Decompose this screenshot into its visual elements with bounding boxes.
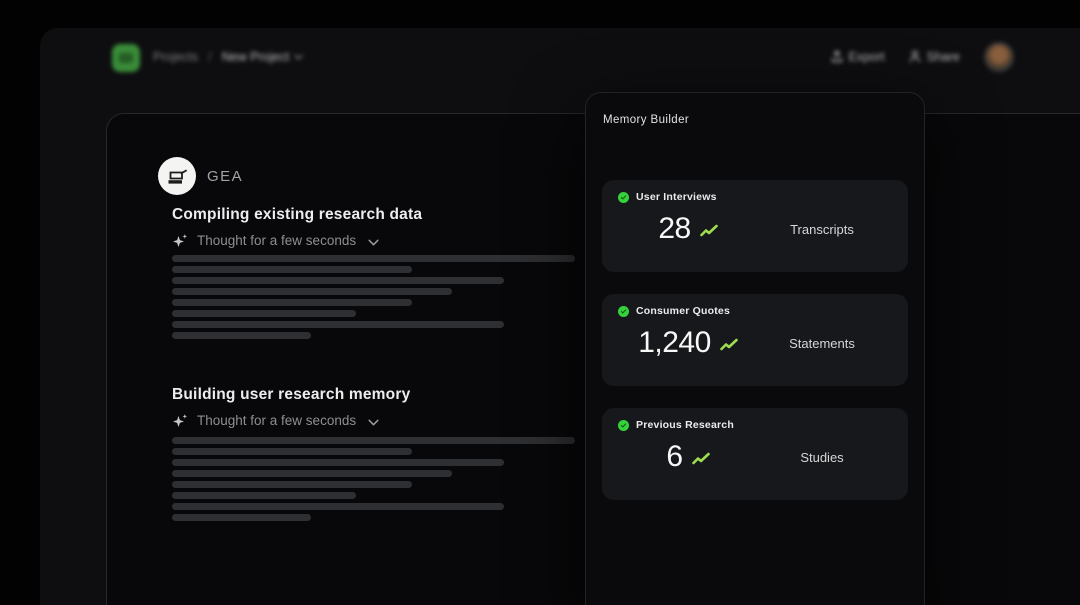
gea-logo-icon: [166, 166, 188, 186]
breadcrumb: Projects / New Project: [153, 28, 303, 85]
breadcrumb-current-project[interactable]: New Project: [222, 50, 303, 64]
chevron-down-icon: [294, 54, 303, 60]
status-check-icon: [618, 420, 629, 431]
skeleton-bar: [172, 299, 412, 306]
chevron-down-icon: [368, 419, 379, 426]
export-icon: [831, 50, 843, 63]
brand-logo-glyph: [119, 53, 133, 63]
metric-value: 28: [658, 212, 690, 246]
chevron-down-icon: [368, 239, 379, 246]
skeleton-bar: [172, 266, 412, 273]
card-previous-research[interactable]: Previous Research 6 Studies: [602, 408, 908, 500]
skeleton-bar: [172, 437, 575, 444]
breadcrumb-separator: /: [208, 49, 212, 64]
sparkle-icon: [172, 233, 189, 249]
skeleton-bar: [172, 448, 412, 455]
metric-value: 1,240: [638, 326, 711, 360]
user-avatar[interactable]: [984, 42, 1014, 72]
header-actions: Export Share: [831, 28, 1015, 85]
trend-up-icon: [700, 224, 718, 238]
agent-name: GEA: [207, 168, 243, 185]
top-header: Projects / New Project Export Share: [40, 28, 1080, 85]
skeleton-bar: [172, 321, 504, 328]
skeleton-bar: [172, 514, 311, 521]
metric-unit: Transcripts: [762, 222, 882, 237]
export-button[interactable]: Export: [831, 50, 885, 64]
skeleton-bar: [172, 503, 504, 510]
skeleton-bar: [172, 255, 575, 262]
card-label: Consumer Quotes: [636, 305, 730, 317]
skeleton-bar: [172, 277, 504, 284]
trend-up-icon: [720, 338, 738, 352]
metric-unit: Statements: [762, 336, 882, 351]
memory-cards: User Interviews 28 Transcripts Consumer …: [602, 180, 908, 500]
skeleton-bar: [172, 481, 412, 488]
skeleton-bar: [172, 332, 311, 339]
metric-value: 6: [666, 440, 682, 474]
agent-report: GEA Compiling existing research data Tho…: [107, 114, 667, 521]
card-user-interviews[interactable]: User Interviews 28 Transcripts: [602, 180, 908, 272]
sparkle-icon: [172, 413, 189, 429]
card-label: User Interviews: [636, 191, 717, 203]
skeleton-bar: [172, 459, 504, 466]
share-button[interactable]: Share: [909, 50, 960, 64]
app-window: Projects / New Project Export Share: [40, 28, 1080, 605]
memory-builder-panel: Memory Builder User Interviews 28 Transc…: [585, 92, 925, 605]
status-check-icon: [618, 306, 629, 317]
skeleton-bar: [172, 492, 356, 499]
breadcrumb-projects[interactable]: Projects: [153, 50, 198, 64]
metric-unit: Studies: [762, 450, 882, 465]
brand-logo[interactable]: [112, 44, 140, 72]
skeleton-bar: [172, 310, 356, 317]
skeleton-bar: [172, 470, 452, 477]
skeleton-bar: [172, 288, 452, 295]
thought-label: Thought for a few seconds: [197, 233, 356, 249]
person-icon: [909, 50, 921, 63]
card-label: Previous Research: [636, 419, 734, 431]
card-consumer-quotes[interactable]: Consumer Quotes 1,240 Statements: [602, 294, 908, 386]
header-content: Projects / New Project Export Share: [40, 28, 1080, 85]
memory-builder-title: Memory Builder: [603, 114, 908, 127]
agent-avatar: [158, 157, 196, 195]
status-check-icon: [618, 192, 629, 203]
thought-label: Thought for a few seconds: [197, 413, 356, 429]
trend-up-icon: [692, 452, 710, 466]
